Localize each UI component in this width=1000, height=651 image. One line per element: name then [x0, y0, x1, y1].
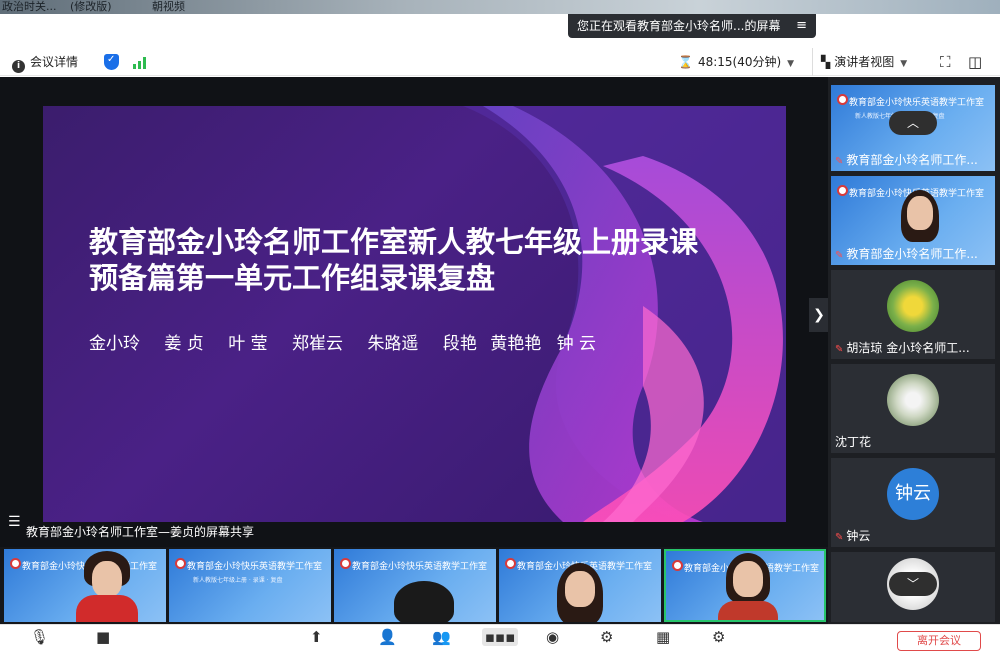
view-mode-dropdown[interactable]: ▚ 演讲者视图 ▼	[812, 48, 907, 76]
participant-tile[interactable]: 教育部金小玲快乐英语教学工作室	[4, 549, 166, 622]
chevron-down-icon: ▼	[787, 59, 795, 69]
slide-title: 教育部金小玲名师工作室新人教七年级上册录课 预备篇第一单元工作组录课复盘	[89, 224, 769, 296]
background-text: 政治时关...	[2, 0, 57, 13]
meeting-details-label: 会议详情	[30, 55, 79, 69]
share-screen-icon[interactable]: ⬆	[310, 628, 323, 646]
meeting-timer[interactable]: ⌛ 48:15(40分钟) ▼	[678, 48, 794, 76]
person-face	[907, 196, 933, 230]
logo-icon	[837, 94, 848, 105]
person-body	[76, 595, 138, 622]
person-body	[718, 601, 778, 620]
gear-icon[interactable]: ⚙	[712, 628, 725, 646]
logo-icon	[837, 185, 848, 196]
author-name: 黄艳艳	[490, 334, 542, 354]
participant-name: ✎ 胡洁琼 金小玲名师工...	[835, 341, 970, 355]
participant-tile[interactable]: 教育部金小玲快乐英语教学工作室 新人教版七年级上册 · 录课 · 复盘 ︿ ✎教…	[831, 85, 995, 171]
settings-gear-icon[interactable]: ⚙	[600, 628, 613, 646]
microphone-icon[interactable]: 🎙	[30, 628, 49, 646]
participant-tile[interactable]: 沈丁花	[831, 364, 995, 453]
members-icon[interactable]: 👥	[432, 628, 451, 646]
logo-icon	[672, 560, 683, 571]
record-icon[interactable]: ◉	[546, 628, 559, 646]
mini-slide-title: 教育部金小玲快乐英语教学工作室	[849, 98, 985, 108]
logo-icon	[505, 558, 516, 569]
bottom-toolbar: 🎙 ■ ⬆ 👤 👥 ▪▪▪ ◉ ⚙ ▦ ⚙ 离开会议	[0, 624, 1000, 651]
chevron-down-icon[interactable]: ﹀	[889, 572, 937, 596]
person-face	[92, 561, 122, 597]
mic-muted-icon: ✎	[835, 250, 844, 261]
info-icon: i	[12, 60, 25, 73]
participant-tile[interactable]: 教育部金小玲快乐英语教学工作室 ✎教育部金小玲名师工作...	[831, 176, 995, 265]
participant-name: 沈丁花	[835, 435, 872, 449]
mini-slide-title: 教育部金小玲快乐英语教学工作室	[352, 562, 488, 572]
person-hair	[394, 581, 454, 622]
participant-video: 教育部金小玲快乐英语教学工作室 新人教版七年级上册 · 录课 · 复盘	[169, 549, 331, 622]
bottom-video-strip: 教育部金小玲快乐英语教学工作室 教育部金小玲快乐英语教学工作室 新人教版七年级上…	[0, 547, 828, 624]
participant-gallery-column: 教育部金小玲快乐英语教学工作室 新人教版七年级上册 · 录课 · 复盘 ︿ ✎教…	[828, 77, 1000, 624]
view-mode-label: 演讲者视图	[834, 55, 895, 69]
flower-avatar	[887, 374, 939, 426]
flower-avatar	[887, 280, 939, 332]
author-name: 朱路遥	[367, 334, 419, 354]
logo-icon	[175, 558, 186, 569]
background-text: 朝视频	[152, 0, 185, 13]
background-window-strip: 政治时关... (修改版) 朝视频	[0, 0, 1000, 14]
slide-title-line-1: 教育部金小玲名师工作室新人教七年级上册录课	[89, 225, 699, 259]
participant-tile[interactable]: ﹀	[831, 552, 995, 622]
camera-icon[interactable]: ■	[96, 628, 110, 646]
mic-muted-icon: ✎	[835, 532, 844, 543]
leave-meeting-button[interactable]: 离开会议	[897, 631, 981, 651]
author-name: 郑崔云	[292, 334, 344, 354]
security-shield-icon[interactable]	[104, 54, 119, 70]
signal-strength-icon[interactable]	[133, 56, 149, 69]
participant-name: ✎ 钟云	[835, 529, 871, 543]
participant-tile[interactable]: 教育部金小玲快乐英语教学工作室	[499, 549, 661, 622]
share-banner-text: 您正在观看教育部金小玲名师...的屏幕	[577, 19, 781, 33]
participant-tile[interactable]: 钟云 ✎ 钟云	[831, 458, 995, 547]
meeting-details-button[interactable]: i 会议详情	[12, 48, 78, 76]
logo-icon	[340, 558, 351, 569]
screen-share-label: 教育部金小玲名师工作室—姜贞的屏幕共享	[26, 525, 255, 539]
author-name: 金小玲	[89, 334, 140, 354]
mic-muted-icon: ✎	[835, 156, 844, 167]
person-face	[565, 571, 595, 607]
author-name: 叶 莹	[228, 334, 268, 354]
slide-ribbon-graphic	[463, 106, 786, 522]
slide-authors: 金小玲 姜 贞 叶 莹 郑崔云 朱路遥 段艳 黄艳艳 钟 云	[89, 329, 615, 354]
person-face	[733, 561, 763, 597]
initials-avatar: 钟云	[887, 468, 939, 520]
chat-icon[interactable]: ▪▪▪	[482, 628, 518, 646]
sidebar-toggle-icon[interactable]: ◫	[968, 48, 982, 76]
timer-text: 48:15(40分钟)	[697, 55, 782, 69]
mini-slide-title: 教育部金小玲快乐英语教学工作室	[187, 562, 323, 572]
fullscreen-icon[interactable]: ⛶	[940, 48, 951, 76]
viewing-share-banner[interactable]: 您正在观看教育部金小玲名师...的屏幕 ≡	[568, 14, 816, 38]
logo-icon	[10, 558, 21, 569]
participant-tile[interactable]: ✎ 胡洁琼 金小玲名师工...	[831, 270, 995, 359]
author-name: 姜 贞	[164, 334, 204, 354]
participant-tile[interactable]: 教育部金小玲快乐英语教学工作室	[334, 549, 496, 622]
chevron-up-icon[interactable]: ︿	[889, 111, 937, 135]
active-speaker-tile[interactable]: 教育部金小玲快乐英语教学工作室	[664, 549, 826, 622]
participants-icon[interactable]: 👤	[378, 628, 397, 646]
slide-title-line-2: 预备篇第一单元工作组录课复盘	[89, 261, 496, 295]
apps-icon[interactable]: ▦	[656, 628, 670, 646]
annotation-list-icon[interactable]: ☰	[8, 514, 21, 530]
hourglass-icon: ⌛	[678, 55, 693, 69]
mini-slide-subtitle: 新人教版七年级上册 · 录课 · 复盘	[193, 577, 283, 584]
presentation-slide: 教育部金小玲名师工作室新人教七年级上册录课 预备篇第一单元工作组录课复盘 金小玲…	[43, 106, 786, 522]
top-toolbar: i 会议详情 ⌛ 48:15(40分钟) ▼ ▚演讲者视图 ▼ ⛶ ◫	[0, 48, 1000, 76]
menu-icon[interactable]: ≡	[796, 14, 807, 38]
participant-tile[interactable]: 教育部金小玲快乐英语教学工作室 新人教版七年级上册 · 录课 · 复盘	[169, 549, 331, 622]
author-name: 钟 云	[556, 334, 597, 354]
participant-name: ✎ 教育部金小玲名师工作...	[835, 153, 978, 167]
chevron-right-icon[interactable]: ❯	[809, 298, 829, 332]
author-name: 段艳	[442, 334, 477, 354]
background-text: (修改版)	[70, 0, 112, 13]
chevron-down-icon: ▼	[900, 59, 908, 69]
layout-icon: ▚	[821, 55, 831, 69]
participant-name: ✎ 教育部金小玲名师工作...	[835, 247, 978, 261]
mic-muted-icon: ✎	[835, 344, 844, 355]
